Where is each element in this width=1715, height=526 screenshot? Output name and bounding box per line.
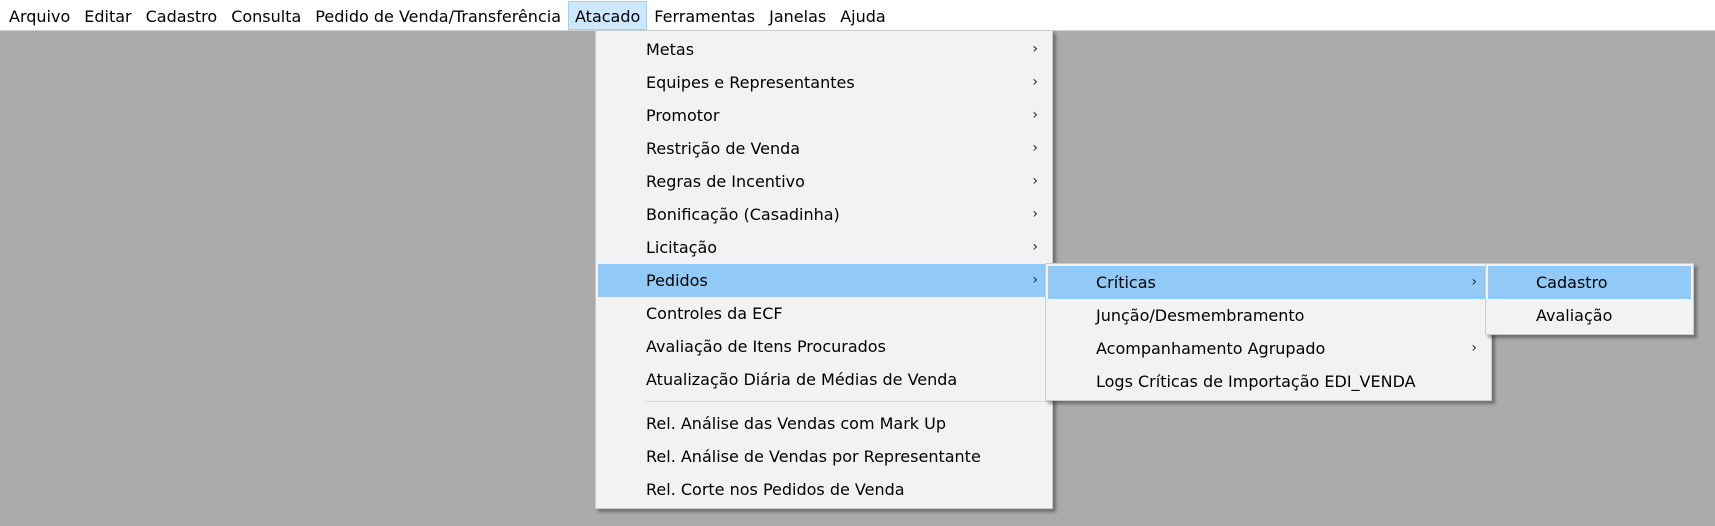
menu-ajuda[interactable]: Ajuda xyxy=(833,1,893,30)
atacado-dropdown-menu: Metas › Equipes e Representantes › Promotor ›… xyxy=(595,30,1053,509)
chevron-right-icon: › xyxy=(1471,274,1477,290)
chevron-right-icon: › xyxy=(1032,41,1038,57)
chevron-right-icon: › xyxy=(1032,206,1038,222)
chevron-right-icon: › xyxy=(1032,239,1038,255)
menu-consulta[interactable]: Consulta xyxy=(224,1,308,30)
criticas-menu-items: Cadastro Avaliação xyxy=(1488,266,1691,332)
menu-item-label: Rel. Corte nos Pedidos de Venda xyxy=(646,480,905,499)
menu-item-avaliacao-de-itens-procurados[interactable]: Avaliação de Itens Procurados xyxy=(598,330,1050,363)
menu-item-label: Avaliação xyxy=(1536,306,1613,325)
menu-item-label: Licitação xyxy=(646,238,718,257)
menu-item-label: Junção/Desmembramento xyxy=(1096,306,1305,325)
menu-item-label: Regras de Incentivo xyxy=(646,172,805,191)
pedidos-submenu: Críticas › Junção/Desmembramento Acompanham… xyxy=(1045,263,1492,401)
menu-item-label: Logs Críticas de Importação EDI_VENDA xyxy=(1096,372,1416,391)
chevron-right-icon: › xyxy=(1032,74,1038,90)
menu-ferramentas[interactable]: Ferramentas xyxy=(647,1,762,30)
menu-item-restricao-de-venda[interactable]: Restrição de Venda › xyxy=(598,132,1050,165)
menu-item-label: Rel. Análise de Vendas por Representante xyxy=(646,447,981,466)
chevron-right-icon: › xyxy=(1471,340,1477,356)
menu-item-licitacao[interactable]: Licitação › xyxy=(598,231,1050,264)
menu-cadastro[interactable]: Cadastro xyxy=(139,1,225,30)
menu-item-label: Atualização Diária de Médias de Venda xyxy=(646,370,958,389)
menu-pedido-de-venda-transferencia[interactable]: Pedido de Venda/Transferência xyxy=(308,1,568,30)
menu-item-avaliacao[interactable]: Avaliação xyxy=(1488,299,1691,332)
menu-item-label: Pedidos xyxy=(646,271,708,290)
menu-item-label: Metas xyxy=(646,40,695,59)
menu-item-acompanhamento-agrupado[interactable]: Acompanhamento Agrupado › xyxy=(1048,332,1489,365)
menu-item-promotor[interactable]: Promotor › xyxy=(598,99,1050,132)
menu-item-pedidos[interactable]: Pedidos › xyxy=(598,264,1050,297)
menu-item-metas[interactable]: Metas › xyxy=(598,33,1050,66)
menu-item-label: Restrição de Venda xyxy=(646,139,801,158)
chevron-right-icon: › xyxy=(1032,272,1038,288)
menu-item-rel-analise-de-vendas-por-representante[interactable]: Rel. Análise de Vendas por Representante xyxy=(598,440,1050,473)
atacado-menu-items: Metas › Equipes e Representantes › Promotor ›… xyxy=(598,33,1050,396)
menu-atacado[interactable]: Atacado xyxy=(568,0,648,30)
menu-item-equipes-e-representantes[interactable]: Equipes e Representantes › xyxy=(598,66,1050,99)
menu-item-label: Críticas xyxy=(1096,273,1156,292)
menu-item-rel-analise-das-vendas-com-mark-up[interactable]: Rel. Análise das Vendas com Mark Up xyxy=(598,407,1050,440)
menu-item-label: Acompanhamento Agrupado xyxy=(1096,339,1326,358)
chevron-right-icon: › xyxy=(1032,140,1038,156)
menu-arquivo[interactable]: Arquivo xyxy=(2,1,77,30)
menu-item-rel-corte-nos-pedidos-de-venda[interactable]: Rel. Corte nos Pedidos de Venda xyxy=(598,473,1050,506)
chevron-right-icon: › xyxy=(1032,107,1038,123)
menu-item-label: Promotor xyxy=(646,106,720,125)
atacado-report-items: Rel. Análise das Vendas com Mark Up Rel. … xyxy=(598,407,1050,506)
menu-item-regras-de-incentivo[interactable]: Regras de Incentivo › xyxy=(598,165,1050,198)
menu-editar[interactable]: Editar xyxy=(77,1,138,30)
menu-item-controles-da-ecf[interactable]: Controles da ECF xyxy=(598,297,1050,330)
menu-item-criticas[interactable]: Críticas › xyxy=(1048,266,1489,299)
chevron-right-icon: › xyxy=(1032,173,1038,189)
menu-item-label: Rel. Análise das Vendas com Mark Up xyxy=(646,414,947,433)
menu-item-logs-criticas-de-importacao-edi-venda[interactable]: Logs Críticas de Importação EDI_VENDA xyxy=(1048,365,1489,398)
menu-item-label: Controles da ECF xyxy=(646,304,783,323)
menu-item-label: Equipes e Representantes xyxy=(646,73,855,92)
pedidos-menu-items: Críticas › Junção/Desmembramento Acompanham… xyxy=(1048,266,1489,398)
menu-item-cadastro[interactable]: Cadastro xyxy=(1488,266,1691,299)
menu-item-label: Avaliação de Itens Procurados xyxy=(646,337,886,356)
menu-bar: Arquivo Editar Cadastro Consulta Pedido … xyxy=(0,0,1715,31)
menu-item-label: Cadastro xyxy=(1536,273,1608,292)
menu-item-atualizacao-diaria-de-medias-de-venda[interactable]: Atualização Diária de Médias de Venda xyxy=(598,363,1050,396)
criticas-submenu: Cadastro Avaliação xyxy=(1485,263,1694,335)
menu-item-label: Bonificação (Casadinha) xyxy=(646,205,840,224)
menu-item-bonificacao-casadinha[interactable]: Bonificação (Casadinha) › xyxy=(598,198,1050,231)
menu-separator xyxy=(646,401,1048,402)
menu-janelas[interactable]: Janelas xyxy=(762,1,833,30)
menu-item-juncao-desmembramento[interactable]: Junção/Desmembramento xyxy=(1048,299,1489,332)
